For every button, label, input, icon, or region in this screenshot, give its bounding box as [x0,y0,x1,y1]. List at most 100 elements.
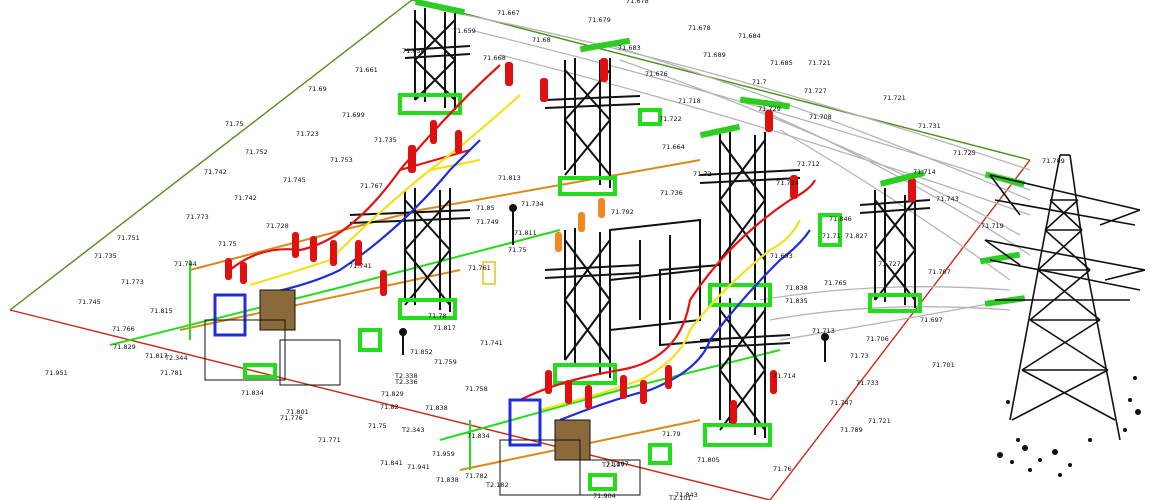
spot-level-label: 71.668 [483,54,506,62]
spot-level-label: 71.829 [381,390,404,398]
spot-level-label: 71.829 [113,343,136,351]
power-transformer-icon [499,398,641,496]
spot-level-label: 71.706 [866,335,889,343]
spot-level-label: 71.76 [773,465,792,473]
spot-level-label: 71.834 [241,389,264,397]
spot-level-label: 71.685 [770,59,793,67]
spot-level-label: 71.736 [660,189,683,197]
spot-level-label: 71.68 [532,36,551,44]
spot-level-label: 71.722 [659,115,682,123]
spot-level-label: 71.82 [380,403,399,411]
spot-level-label: 71.727 [878,260,901,268]
spot-level-label: 71.683 [618,44,641,52]
spot-level-label: 71.697 [920,316,943,324]
spot-level-label: 71.721 [808,59,831,67]
spot-level-label: 71.684 [738,32,761,40]
spot-level-label: 71.733 [856,379,879,387]
spot-level-label: 71.805 [697,456,720,464]
spot-level-label: 71.817 [433,324,456,332]
spot-level-label: 71.693 [770,252,793,260]
spot-level-label: 71.72 [693,170,712,178]
spot-level-label: 71.71 [822,232,841,240]
equipment-tag-label: T2.336 [394,378,418,386]
spot-level-label: 71.75 [508,246,527,254]
gantry-structure-icon [859,188,931,308]
spot-level-label: 71.731 [918,122,941,130]
spot-level-label: 71.835 [785,297,808,305]
spot-level-label: 71.701 [932,361,955,369]
spot-level-label: 71.728 [266,222,289,230]
spot-level-label: 71.664 [662,143,685,151]
spot-level-label: 71.758 [465,385,488,393]
gantry-structures [349,8,931,438]
spot-level-label: 71.751 [117,234,140,242]
equipment-tag-label: T2.101 [668,494,692,500]
spot-level-label: 71.742 [204,168,227,176]
spot-level-label: 71.719 [981,222,1004,230]
spot-level-label: 71.679 [588,16,611,24]
spot-level-label: 71.904 [593,492,616,500]
power-transformer-icon [204,289,341,386]
spot-level-label: 71.75 [218,240,237,248]
spot-level-label: 71.834 [467,432,490,440]
spot-level-label: 71.782 [465,472,488,480]
equipment-tag-label: T2.344 [164,354,188,362]
spot-level-label: 71.811 [514,229,537,237]
spot-level-label: 71.723 [296,130,319,138]
spot-level-label: 71.749 [476,218,499,226]
spot-level-label: 71.678 [626,0,649,5]
spot-level-label: 71.852 [410,348,433,356]
lightning-rod-icon [399,328,407,355]
spot-level-label: 71.699 [342,111,365,119]
spot-level-label: 71.747 [830,399,853,407]
spot-level-label: 71.771 [318,436,341,444]
spot-level-label: 71.721 [868,417,891,425]
spot-level-label: 71.708 [809,113,832,121]
spot-level-label: 71.725 [953,149,976,157]
spot-level-label: 71.707 [928,268,951,276]
spot-level-label: 71.712 [797,160,820,168]
spot-level-label: 71.7 [752,78,766,86]
spot-level-label: 71.714 [773,372,796,380]
spot-level-label: 71.75 [225,120,244,128]
lightning-rod-icon [821,333,829,362]
spot-level-label: 71.735 [374,136,397,144]
spot-level-label: 71.827 [845,232,868,240]
spot-level-label: 71.745 [283,176,306,184]
spot-level-label: 71.959 [432,450,455,458]
spot-level-label: 71.744 [0,0,23,2]
spot-level-label: 71.85 [476,204,495,212]
gantry-structure-icon [544,58,641,188]
spot-level-label: 71.744 [174,260,197,268]
spot-level-label: 71.838 [425,404,448,412]
spot-level-label: 71.667 [497,9,520,17]
spot-level-label: 71.676 [645,70,668,78]
spot-level-label: 71.741 [349,262,372,270]
lightning-rod-icon [509,204,517,245]
spot-level-label: 71.752 [245,148,268,156]
equipment-tag-label: T2.343 [401,426,425,434]
spot-level-label: 71.75 [368,422,387,430]
spot-level-label: 71.69 [308,85,327,93]
spot-level-label: 71.789 [840,426,863,434]
spot-level-label: 71.678 [688,24,711,32]
spot-level-label: 71.753 [330,156,353,164]
spot-level-label: 71.941 [407,463,430,471]
spot-level-label: 71.792 [611,208,634,216]
spot-level-label: 71.951 [45,369,68,377]
spot-level-label: 71.846 [829,215,852,223]
equipment-tag-label: T2.107 [601,461,625,469]
spot-level-label: 71.776 [280,414,303,422]
spot-level-label: 71.759 [434,358,457,366]
equipment-tag-label: T2.182 [485,481,509,489]
spot-level-label: 71.734 [776,179,799,187]
spot-level-label: 71.721 [883,94,906,102]
busbar-conductors [229,64,816,422]
spot-level-label: 71.73 [850,352,869,360]
spot-level-label: 71.735 [94,252,117,260]
spot-level-label: 71.709 [1042,157,1065,165]
spot-level-label: 71.742 [234,194,257,202]
spot-level-label: 71.745 [78,298,101,306]
spot-level-label: 71.656 [402,47,425,55]
spot-level-label: 71.815 [150,307,173,315]
